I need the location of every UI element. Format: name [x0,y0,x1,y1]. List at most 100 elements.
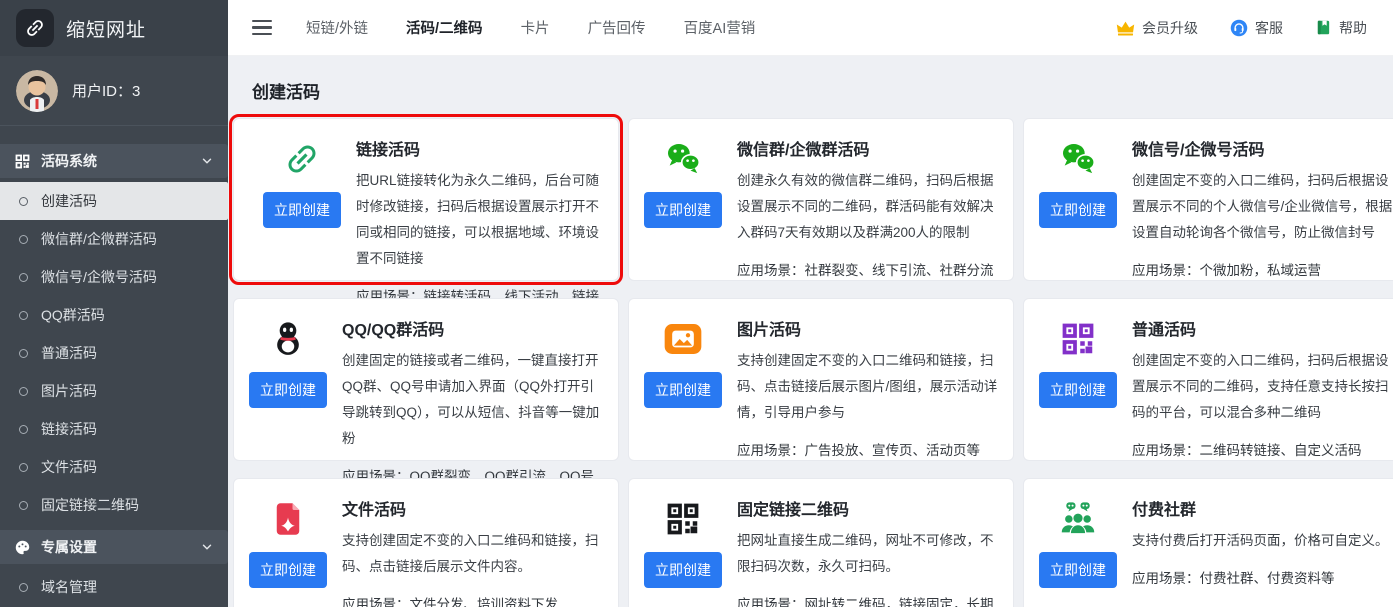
bullet-icon [19,273,28,282]
create-now-button[interactable]: 立即创建 [1039,192,1117,228]
sidebar-item-normal-live-code[interactable]: 普通活码 [0,334,228,372]
sidebar-item-label: 文件活码 [41,457,97,477]
card-description: 把网址直接生成二维码，网址不可修改，不限扫码次数，永久可扫码。 [737,528,999,580]
menu-group-label: 专属设置 [41,537,97,557]
card-use-cases: 应用场景：付费社群、付费资料等 [1132,567,1393,587]
user-avatar [16,70,58,112]
card-image-live-code: 立即创建 图片活码 支持创建固定不变的入口二维码和链接，扫码、点击链接后展示图片… [628,298,1014,461]
card-title: 微信群/企微群活码 [737,136,999,160]
sidebar-item-image-live-code[interactable]: 图片活码 [0,372,228,410]
user-info: 用户ID：3 [0,56,228,126]
sidebar-item-label: 普通活码 [41,343,97,363]
sidebar-item-file-live-code[interactable]: 文件活码 [0,448,228,486]
book-icon [1315,19,1332,36]
sidebar-item-domain-management[interactable]: 域名管理 [0,568,228,606]
tab-live-code-qr[interactable]: 活码/二维码 [406,17,483,38]
bullet-icon [19,583,28,592]
create-now-button[interactable]: 立即创建 [249,372,327,408]
card-wechat-account-code: 立即创建 微信号/企微号活码 创建固定不变的入口二维码，扫码后根据设置展示不同的… [1023,118,1393,281]
nav-right: 会员升级 客服 [1116,18,1367,38]
card-use-cases: 应用场景：二维码转链接、自定义活码 [1132,439,1393,459]
page-title: 创建活码 [252,78,1393,103]
card-use-cases: 应用场景：广告投放、宣传页、活动页等 [737,439,999,459]
card-description: 把URL链接转化为永久二维码，后台可随时修改链接，扫码后根据设置展示打开不同或相… [356,168,604,272]
tab-cards[interactable]: 卡片 [521,17,550,38]
headset-icon [1230,19,1248,37]
wechat-icon [663,139,703,179]
card-title: QQ/QQ群活码 [342,316,604,340]
hamburger-menu-icon[interactable] [252,20,272,36]
card-fixed-link-qr: 立即创建 固定链接二维码 把网址直接生成二维码，网址不可修改，不限扫码次数，永久… [628,478,1014,607]
card-description: 创建固定不变的入口二维码，扫码后根据设置展示不同的二维码，支持任意支持长按扫码的… [1132,348,1393,426]
logo[interactable]: 缩短网址 [0,0,228,56]
sidebar-item-label: 链接活码 [41,419,97,439]
card-wechat-group-code: 立即创建 微信群/企微群活码 创建永久有效的微信群二维码，扫码后根据设置展示不同… [628,118,1014,281]
sidebar-item-create-live-code[interactable]: 创建活码 [0,182,228,220]
card-grid: 立即创建 链接活码 把URL链接转化为永久二维码，后台可随时修改链接，扫码后根据… [233,118,1393,607]
sidebar-menu: 活码系统 创建活码 微信群/企微群活码 微信号/企微号活码 QQ群活码 [0,126,228,607]
create-now-button[interactable]: 立即创建 [1039,372,1117,408]
card-title: 链接活码 [356,136,604,160]
create-now-button[interactable]: 立即创建 [644,372,722,408]
bullet-icon [19,501,28,510]
bullet-icon [19,349,28,358]
card-description: 创建固定不变的入口二维码，扫码后根据设置展示不同的个人微信号/企业微信号，根据设… [1132,168,1393,246]
pdf-file-icon [268,499,308,539]
sidebar-item-label: 微信群/企微群活码 [41,229,157,249]
qr-purple-icon [1058,319,1098,359]
bullet-icon [19,235,28,244]
user-id-label: 用户ID：3 [72,80,140,101]
help-link[interactable]: 帮助 [1315,18,1367,38]
create-now-button[interactable]: 立即创建 [644,192,722,228]
nav-tabs: 短链/外链 活码/二维码 卡片 广告回传 百度AI营销 [306,17,755,38]
card-title: 图片活码 [737,316,999,340]
menu-group-live-code-system[interactable]: 活码系统 [0,144,228,178]
customer-support-link[interactable]: 客服 [1230,18,1283,38]
chevron-down-icon [200,154,214,168]
tab-baidu-ai-marketing[interactable]: 百度AI营销 [684,17,756,38]
app-window: 缩短网址 用户ID：3 [0,0,1393,607]
sidebar: 缩短网址 用户ID：3 [0,0,228,607]
card-link-live-code: 立即创建 链接活码 把URL链接转化为永久二维码，后台可随时修改链接，扫码后根据… [233,118,619,281]
main-area: 短链/外链 活码/二维码 卡片 广告回传 百度AI营销 会员升级 [228,0,1393,607]
card-paid-community: 立即创建 付费社群 支持付费后打开活码页面，价格可自定义。 应用场景：付费社群、… [1023,478,1393,607]
bullet-icon [19,197,28,206]
card-description: 支持付费后打开活码页面，价格可自定义。 [1132,528,1393,554]
bullet-icon [19,387,28,396]
chevron-down-icon [200,540,214,554]
sidebar-item-wechat-group-code[interactable]: 微信群/企微群活码 [0,220,228,258]
card-use-cases: 应用场景：网址转二维码，链接固定，长期使用 [737,593,999,607]
tab-ad-callback[interactable]: 广告回传 [588,17,646,38]
image-icon [663,319,703,359]
sidebar-item-wechat-account-code[interactable]: 微信号/企微号活码 [0,258,228,296]
menu-group-exclusive-settings[interactable]: 专属设置 [0,530,228,564]
top-navigation: 短链/外链 活码/二维码 卡片 广告回传 百度AI营销 会员升级 [228,0,1393,56]
card-normal-live-code: 立即创建 普通活码 创建固定不变的入口二维码，扫码后根据设置展示不同的二维码，支… [1023,298,1393,461]
sidebar-item-fixed-link-qr[interactable]: 固定链接二维码 [0,486,228,524]
card-title: 微信号/企微号活码 [1132,136,1393,160]
bullet-icon [19,311,28,320]
sidebar-item-label: 域名管理 [41,577,97,597]
sidebar-item-label: 固定链接二维码 [41,495,139,515]
card-title: 付费社群 [1132,496,1393,520]
menu-group-label: 活码系统 [41,151,97,171]
link-icon [282,139,322,179]
create-now-button[interactable]: 立即创建 [644,552,722,588]
sidebar-item-label: QQ群活码 [41,305,105,325]
card-title: 普通活码 [1132,316,1393,340]
paid-group-icon [1058,499,1098,539]
sidebar-item-link-live-code[interactable]: 链接活码 [0,410,228,448]
create-now-button[interactable]: 立即创建 [263,192,341,228]
qr-code-icon [14,153,31,170]
tab-short-links[interactable]: 短链/外链 [306,17,368,38]
card-description: 创建固定的链接或者二维码，一键直接打开QQ群、QQ号申请加入界面（QQ外打开引导… [342,348,604,452]
card-qq-group-code: 立即创建 QQ/QQ群活码 创建固定的链接或者二维码，一键直接打开QQ群、QQ号… [233,298,619,461]
crown-icon [1116,20,1135,36]
card-use-cases: 应用场景：个微加粉，私域运营 [1132,259,1393,279]
member-upgrade-link[interactable]: 会员升级 [1116,18,1198,38]
create-now-button[interactable]: 立即创建 [1039,552,1117,588]
link-logo-icon [16,9,54,47]
sidebar-item-qq-group-code[interactable]: QQ群活码 [0,296,228,334]
create-now-button[interactable]: 立即创建 [249,552,327,588]
card-description: 创建永久有效的微信群二维码，扫码后根据设置展示不同的二维码，群活码能有效解决入群… [737,168,999,246]
